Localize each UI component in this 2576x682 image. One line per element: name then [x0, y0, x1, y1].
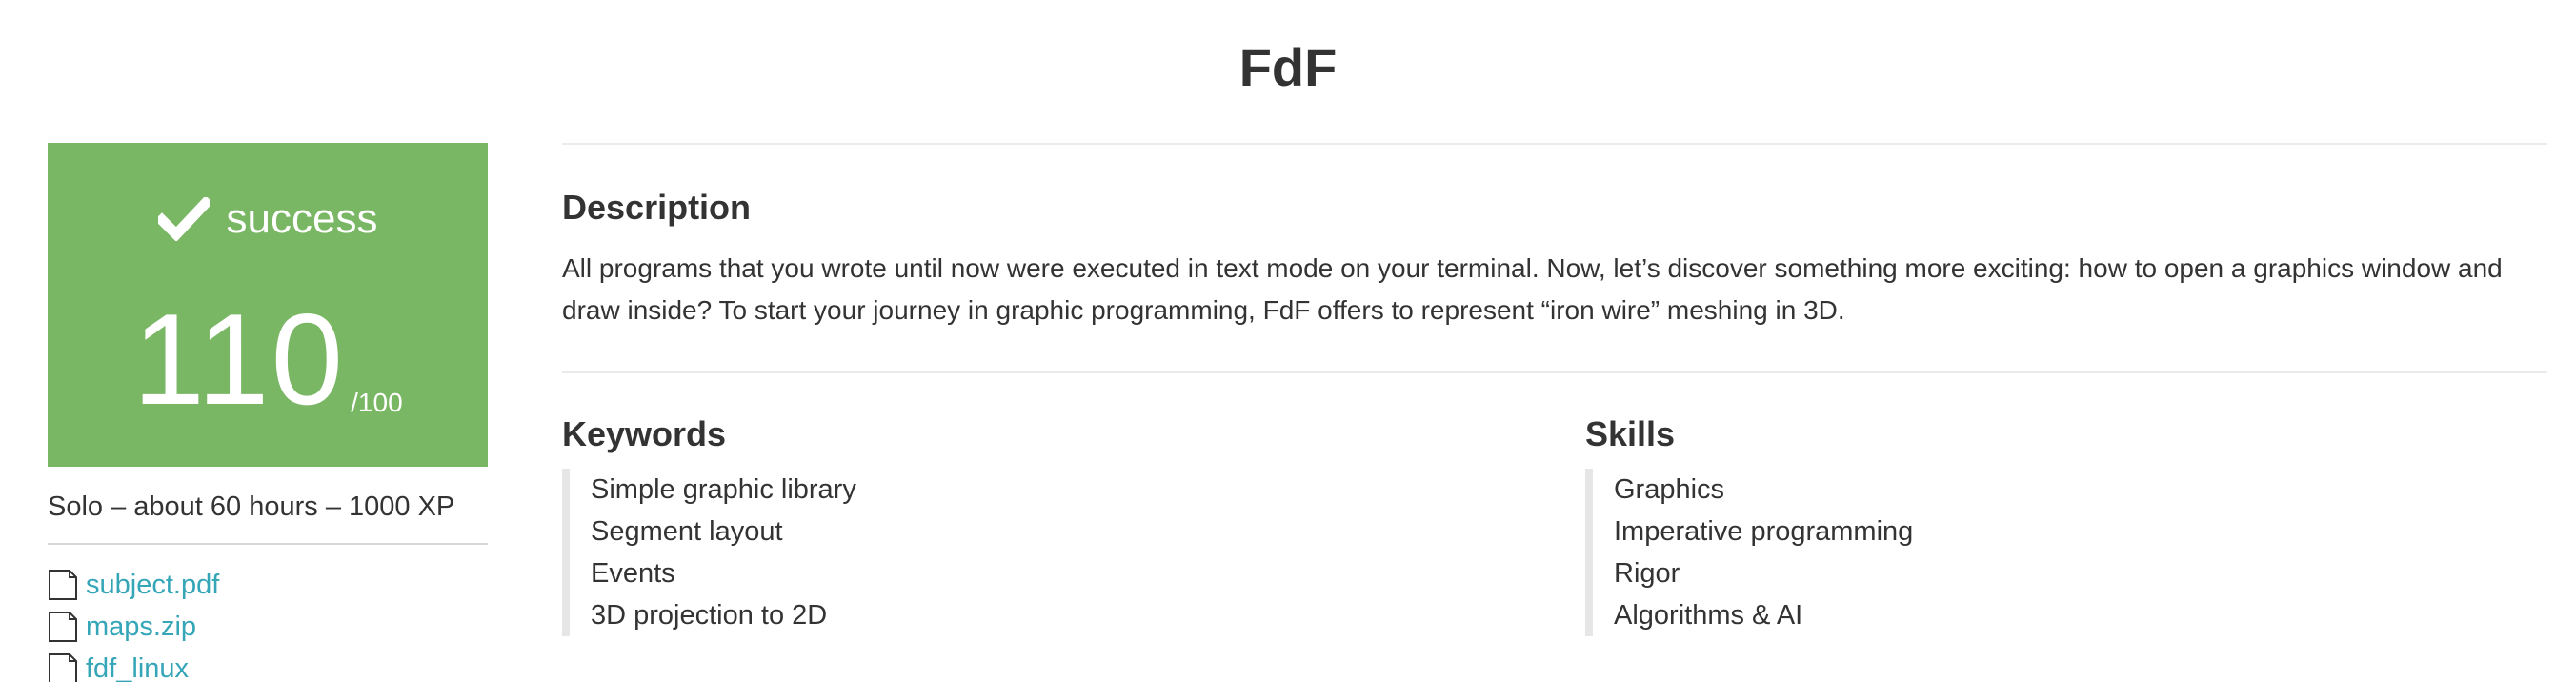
keywords-section: Keywords Simple graphic library Segment … [562, 413, 1585, 636]
attachment-name: fdf_linux [86, 652, 190, 682]
top-divider [562, 143, 2547, 145]
skill-item: Imperative programming [1614, 516, 1914, 547]
skill-item: Graphics [1614, 474, 1725, 505]
details-columns: Keywords Simple graphic library Segment … [562, 413, 2547, 636]
skills-section: Skills Graphics Imperative programming R… [1585, 413, 2547, 636]
description-text: All programs that you wrote until now we… [562, 253, 2503, 325]
keyword-item: Events [591, 558, 675, 589]
skills-heading: Skills [1585, 414, 1676, 453]
attachment-link-maps-zip[interactable]: maps.zip [48, 606, 488, 648]
project-meta: Solo – about 60 hours – 1000 XP [48, 488, 488, 545]
description-section: Description All programs that you wrote … [562, 187, 2547, 331]
score-max: /100 [351, 388, 403, 417]
attachment-link-fdf-linux[interactable]: fdf_linux [48, 648, 488, 682]
status-label: success [226, 195, 378, 242]
status-line: success [48, 192, 488, 246]
attachment-link-subject-pdf[interactable]: subject.pdf [48, 564, 488, 606]
keyword-item: 3D projection to 2D [591, 600, 828, 631]
file-icon [49, 570, 77, 600]
project-sidebar: success 110 /100 Solo – about 60 hours –… [48, 143, 488, 682]
file-icon [49, 653, 77, 682]
page-title: FdF [1238, 37, 1338, 97]
attachments-list: subject.pdf maps.zip fdf_linux [48, 564, 488, 682]
keywords-list: Simple graphic library Segment layout Ev… [562, 469, 1585, 636]
keyword-item: Simple graphic library [591, 474, 856, 505]
attachment-name: maps.zip [86, 611, 197, 642]
keywords-heading: Keywords [562, 414, 727, 453]
section-divider [562, 371, 2547, 373]
attachment-name: subject.pdf [86, 569, 220, 600]
status-card: success 110 /100 [48, 143, 488, 467]
score-row: 110 /100 [48, 287, 488, 431]
file-icon [49, 612, 77, 642]
skills-list: Graphics Imperative programming Rigor Al… [1585, 469, 2547, 636]
project-details: Description All programs that you wrote … [562, 143, 2547, 636]
description-heading: Description [562, 188, 752, 227]
skill-item: Rigor [1614, 558, 1680, 589]
score-value: 110 [132, 287, 346, 431]
check-icon [157, 197, 210, 241]
skill-item: Algorithms & AI [1614, 600, 1803, 631]
keyword-item: Segment layout [591, 516, 783, 547]
